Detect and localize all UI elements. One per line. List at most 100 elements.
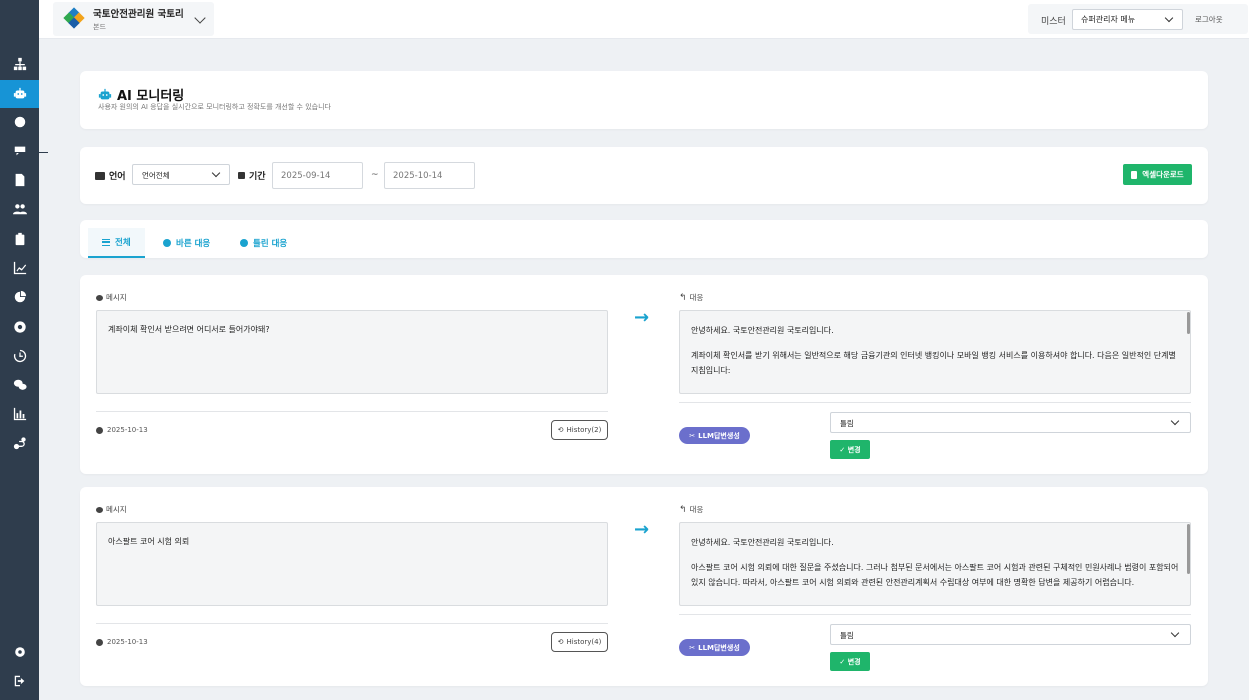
reply-icon: ↰ — [679, 292, 687, 303]
end-date-input[interactable]: 2025-10-14 — [384, 162, 475, 189]
sidebar-item-target[interactable] — [0, 313, 39, 341]
sidebar — [0, 0, 39, 700]
top-bar: 국토안전관리원 국토리 본드 미스터 슈퍼관리자 메뉴 로그아웃 — [39, 0, 1249, 39]
divider — [96, 623, 608, 624]
llm-generate-button[interactable]: ✂ LLM답변생성 — [679, 639, 750, 656]
pie-chart-icon — [14, 290, 26, 303]
comment-icon — [96, 506, 103, 513]
user-box: 미스터 슈퍼관리자 메뉴 로그아웃 — [1028, 4, 1248, 34]
response-line: 안녕하세요. 국토안전관리원 국토리입니다. — [691, 538, 834, 547]
message-card: 메시지 계좌이체 확인서 받으려면 어디서로 들어가야돼? → ↰ 대응 안녕하세… — [80, 275, 1208, 474]
sidebar-item-users[interactable] — [0, 195, 39, 223]
route-icon — [13, 437, 26, 450]
sidebar-item-stats[interactable] — [0, 254, 39, 282]
page-subtitle: 사용자 원의의 AI 응답을 실시간으로 모니터링하고 정확도를 개선할 수 있… — [98, 103, 331, 111]
tools-icon: ✂ — [689, 643, 696, 652]
org-sub: 본드 — [93, 23, 106, 31]
sidebar-item-docs[interactable] — [0, 166, 39, 194]
sidebar-item-ai-monitoring[interactable] — [0, 80, 39, 108]
sidebar-logout[interactable] — [0, 667, 39, 695]
response-label: ↰ 대응 — [679, 292, 704, 303]
x-circle-icon — [240, 239, 248, 247]
divider — [679, 402, 1191, 403]
response-line: 아스팔트 코어 시험 의뢰에 대한 질문을 주셨습니다. 그러나 첨부된 문서에… — [691, 562, 1179, 587]
language-select[interactable]: 언어전체 — [132, 164, 230, 185]
chevron-down-icon — [211, 168, 221, 178]
calendar-icon — [238, 172, 245, 179]
language-value: 언어전체 — [142, 171, 170, 180]
chevron-down-icon — [1170, 416, 1180, 426]
clipboard-icon — [15, 232, 24, 246]
judgement-value: 틀림 — [840, 419, 854, 428]
user-name: 미스터 — [1041, 17, 1066, 27]
message-label: 메시지 — [96, 292, 127, 303]
history-icon: ⟲ — [557, 426, 564, 434]
period-label: 기간 — [238, 169, 266, 182]
response-text[interactable]: 안녕하세요. 국토안전관리원 국토리입니다. 아스팔트 코어 시험 의뢰에 대한… — [679, 522, 1191, 606]
users-icon — [12, 204, 27, 215]
line-chart-icon — [13, 261, 26, 275]
date-separator: ~ — [371, 170, 379, 180]
robot-icon — [98, 88, 112, 99]
robot-icon — [13, 87, 26, 99]
sidebar-item-pie[interactable] — [0, 283, 39, 311]
filter-bar: 언어 언어전체 기간 2025-09-14 ~ 2025-10-14 엑셀다운로… — [80, 147, 1208, 204]
sidebar-item-board[interactable] — [0, 225, 39, 253]
sidebar-item-chat[interactable] — [0, 137, 39, 165]
divider — [679, 614, 1191, 615]
message-text: 아스팔트 코어 시험 의뢰 — [96, 522, 608, 606]
llm-generate-button[interactable]: ✂ LLM답변생성 — [679, 427, 750, 444]
bar-chart-icon — [13, 407, 26, 421]
message-card: 메시지 아스팔트 코어 시험 의뢰 → ↰ 대응 안녕하세요. 국토안전관리원 국… — [80, 487, 1208, 686]
check-circle-icon — [163, 239, 171, 247]
tab-correct[interactable]: 바른 대응 — [149, 228, 224, 258]
sidebar-item-comments[interactable] — [0, 371, 39, 399]
change-button[interactable]: ✓ 변경 — [830, 440, 870, 459]
sidebar-item-org[interactable] — [0, 50, 39, 78]
judgement-select[interactable]: 틀림 — [830, 624, 1191, 645]
logout-link[interactable]: 로그아웃 — [1195, 14, 1223, 25]
clock-icon — [96, 638, 103, 646]
start-date-input[interactable]: 2025-09-14 — [272, 162, 363, 189]
sidebar-item-route[interactable] — [0, 429, 39, 457]
response-line: 안녕하세요. 국토안전관리원 국토리입니다. — [691, 326, 834, 335]
message-label: 메시지 — [96, 504, 127, 515]
judgement-value: 틀림 — [840, 631, 854, 640]
history-button[interactable]: ⟲ History(2) — [551, 420, 608, 440]
comments-icon — [13, 379, 27, 390]
sidebar-item-history[interactable] — [0, 342, 39, 370]
message-date: 2025-10-13 — [96, 638, 148, 646]
org-selector[interactable]: 국토안전관리원 국토리 본드 — [53, 2, 214, 36]
message-text: 계좌이체 확인서 받으려면 어디서로 들어가야돼? — [96, 310, 608, 394]
tab-all[interactable]: 전체 — [88, 228, 145, 258]
role-select[interactable]: 슈퍼관리자 메뉴 — [1072, 9, 1183, 30]
role-value: 슈퍼관리자 메뉴 — [1081, 15, 1136, 24]
file-icon — [15, 173, 24, 187]
sidebar-settings[interactable] — [0, 638, 39, 666]
response-label: ↰ 대응 — [679, 504, 704, 515]
language-label: 언어 — [95, 169, 126, 182]
sidebar-item-bar[interactable] — [0, 400, 39, 428]
chevron-down-icon — [194, 12, 206, 24]
list-icon — [102, 238, 110, 246]
org-name: 국토안전관리원 국토리 — [93, 9, 184, 20]
tools-icon: ✂ — [689, 431, 696, 440]
history-button[interactable]: ⟲ History(4) — [551, 632, 608, 652]
scrollbar[interactable] — [1187, 312, 1190, 334]
org-logo — [63, 7, 85, 30]
response-text[interactable]: 안녕하세요. 국토안전관리원 국토리입니다. 계좌이체 확인서를 받기 위해서는… — [679, 310, 1191, 394]
chevron-down-icon — [1164, 13, 1174, 23]
sidebar-item-brain[interactable] — [0, 108, 39, 136]
tab-wrong[interactable]: 틀린 대응 — [226, 228, 301, 258]
gear-icon — [14, 647, 25, 657]
scrollbar[interactable] — [1187, 524, 1190, 574]
change-button[interactable]: ✓ 변경 — [830, 652, 870, 671]
arrow-right-icon: → — [634, 307, 650, 328]
clock-icon — [96, 426, 103, 434]
excel-download-button[interactable]: 엑셀다운로드 — [1123, 164, 1192, 185]
judgement-select[interactable]: 틀림 — [830, 412, 1191, 433]
sidebar-divider — [0, 152, 48, 153]
filter-tabs: 전체 바른 대응 틀린 대응 — [80, 220, 1208, 258]
chat-icon — [14, 146, 25, 156]
file-icon — [1131, 170, 1138, 179]
